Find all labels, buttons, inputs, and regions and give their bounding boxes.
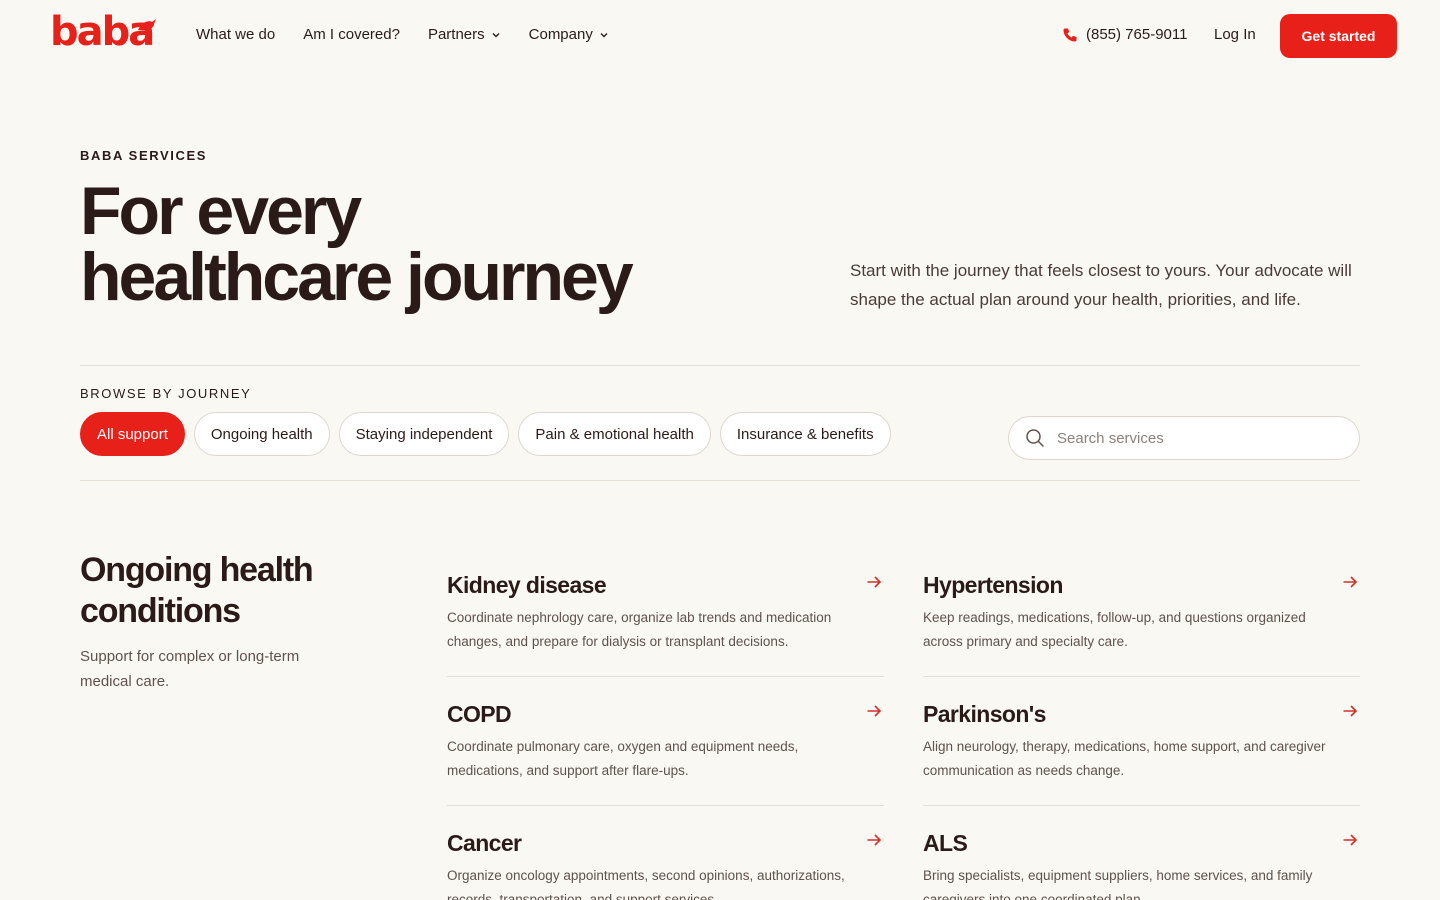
service-card-cancer[interactable]: Cancer Organize oncology appointments, s… [447, 806, 884, 900]
divider [80, 480, 1360, 481]
arrow-right-icon [867, 576, 882, 588]
nav-am-i-covered[interactable]: Am I covered? [303, 24, 400, 46]
search-icon [1026, 429, 1044, 447]
chevron-down-icon [600, 33, 608, 38]
hero-title: For every healthcare journey [80, 177, 700, 311]
chevron-down-icon [492, 33, 500, 38]
service-card-kidney-disease[interactable]: Kidney disease Coordinate nephrology car… [447, 548, 884, 677]
arrow-right-icon [1343, 576, 1358, 588]
phone-link[interactable]: (855) 765-9011 [1062, 24, 1187, 46]
chip-pain-emotional-health[interactable]: Pain & emotional health [518, 412, 711, 456]
card-description: Coordinate nephrology care, organize lab… [447, 610, 832, 649]
login-link[interactable]: Log In [1214, 24, 1256, 46]
card-title: COPD [447, 701, 512, 727]
card-title: Cancer [447, 830, 522, 856]
service-card-grid: Kidney disease Coordinate nephrology car… [447, 548, 1360, 900]
hero-title-line2: healthcare journey [80, 239, 634, 315]
service-card-hypertension[interactable]: Hypertension Keep readings, medications,… [923, 548, 1360, 677]
chip-ongoing-health[interactable]: Ongoing health [193, 412, 330, 456]
search-input[interactable] [1057, 429, 1337, 447]
baba-logo[interactable]: baba [50, 12, 160, 56]
nav-company[interactable]: Company [529, 24, 609, 46]
card-title: Hypertension [923, 572, 1063, 598]
card-description: Coordinate pulmonary care, oxygen and eq… [447, 739, 799, 778]
hero-eyebrow: BABA SERVICES [80, 148, 207, 163]
card-description: Organize oncology appointments, second o… [447, 868, 845, 900]
site-header: baba What we do Am I covered? Partners C… [0, 0, 1440, 72]
chip-insurance-benefits[interactable]: Insurance & benefits [719, 412, 891, 456]
card-description: Keep readings, medications, follow-up, a… [923, 610, 1306, 649]
get-started-button[interactable]: Get started [1280, 14, 1397, 58]
section-description: Support for complex or long-term medical… [80, 648, 300, 690]
bird-icon [138, 19, 156, 31]
service-card-als[interactable]: ALS Bring specialists, equipment supplie… [923, 806, 1360, 900]
phone-number: (855) 765-9011 [1086, 26, 1188, 43]
arrow-right-icon [1343, 834, 1358, 846]
card-title: Parkinson's [923, 701, 1046, 727]
card-title: Kidney disease [447, 572, 607, 598]
card-description: Align neurology, therapy, medications, h… [923, 739, 1326, 778]
arrow-right-icon [867, 834, 882, 846]
arrow-right-icon [867, 705, 882, 717]
service-card-parkinsons[interactable]: Parkinson's Align neurology, therapy, me… [923, 677, 1360, 806]
journey-filter-chips: All support Ongoing health Staying indep… [80, 412, 891, 456]
chip-all-support[interactable]: All support [80, 412, 185, 456]
card-description: Bring specialists, equipment suppliers, … [923, 868, 1313, 900]
chip-staying-independent[interactable]: Staying independent [338, 412, 510, 456]
service-card-copd[interactable]: COPD Coordinate pulmonary care, oxygen a… [447, 677, 884, 806]
hero-description: Start with the journey that feels closes… [850, 261, 1352, 309]
hero-title-line1: For every [80, 173, 362, 249]
phone-icon [1063, 28, 1077, 42]
divider [80, 365, 1360, 366]
main-nav: What we do Am I covered? Partners Compan… [196, 24, 609, 46]
section-title: Ongoing health conditions [80, 551, 314, 630]
card-title: ALS [923, 830, 968, 856]
browse-label: BROWSE BY JOURNEY [80, 386, 252, 401]
search-box [1008, 416, 1360, 460]
nav-partners[interactable]: Partners [428, 24, 501, 46]
nav-what-we-do[interactable]: What we do [196, 24, 275, 46]
arrow-right-icon [1343, 705, 1358, 717]
